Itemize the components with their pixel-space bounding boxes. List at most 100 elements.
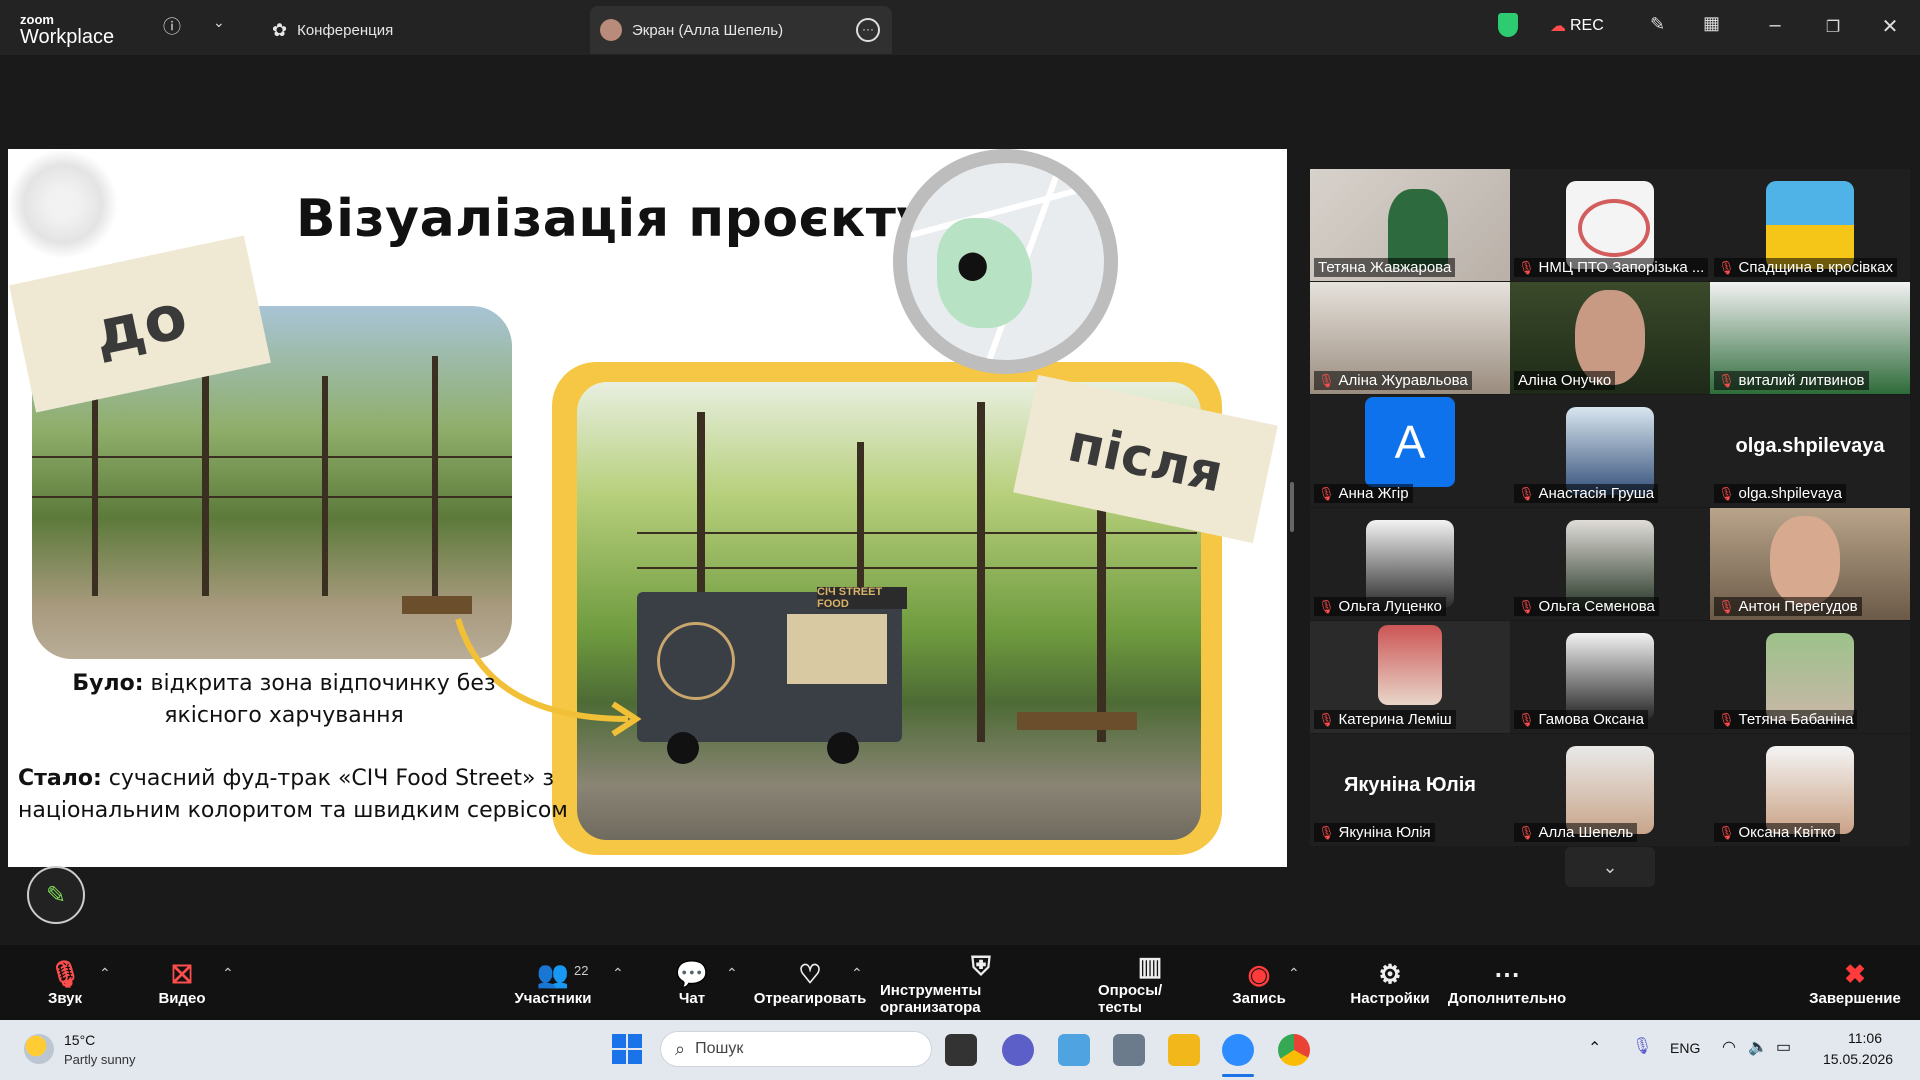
input-language[interactable]: ENG — [1670, 1040, 1700, 1056]
participant-name: 🎙 Тетяна Бабаніна — [1714, 710, 1858, 729]
settings-label: Настройки — [1350, 990, 1430, 1007]
calculator-icon[interactable] — [1113, 1034, 1145, 1066]
participant-tile[interactable]: 🎙 Алла Шепель — [1510, 734, 1710, 846]
participant-tile[interactable]: olga.shpilevaya 🎙 olga.shpilevaya — [1710, 395, 1910, 507]
weather-description[interactable]: Partly sunny — [64, 1052, 136, 1067]
participant-name: 🎙 Анастасія Груша — [1514, 484, 1659, 503]
caption-now: Стало: сучасний фуд-трак «СІЧ Food Stree… — [18, 763, 578, 827]
participant-tile[interactable]: 🎙 Анастасія Груша — [1510, 395, 1710, 507]
participant-tile[interactable]: 🎙 Катерина Леміш — [1310, 621, 1510, 733]
muted-mic-icon: 🎙 — [48, 959, 82, 989]
record-button[interactable]: ◉ Запись — [1232, 945, 1286, 1020]
close-button[interactable]: ✕ — [1875, 14, 1905, 39]
muted-mic-icon: 🎙 — [1518, 485, 1535, 501]
split-resize-handle[interactable] — [1290, 482, 1294, 532]
participant-tile-active-speaker[interactable]: Аліна Онучко — [1510, 282, 1710, 394]
polls-label: Опросы/тесты — [1098, 981, 1163, 1016]
pencil-icon: ✎ — [45, 881, 67, 909]
participant-name: 🎙 Алла Шепель — [1514, 823, 1638, 842]
participant-tile[interactable]: 🎙 НМЦ ПТО Запорізька ... — [1510, 169, 1710, 281]
participant-name: 🎙 Оксана Квітко — [1714, 823, 1840, 842]
wifi-icon[interactable]: ◠ — [1722, 1037, 1736, 1057]
show-hidden-icons-chevron-icon[interactable]: ⌃ — [1588, 1038, 1601, 1058]
react-button[interactable]: ♡ Отреагировать — [752, 945, 868, 1020]
chrome-icon[interactable] — [1278, 1034, 1310, 1066]
participant-tile[interactable]: 🎙 Ольга Семенова — [1510, 508, 1710, 620]
react-caret-icon[interactable]: ⌃ — [851, 965, 863, 982]
taskbar-search[interactable]: ⌕ Пошук — [660, 1031, 932, 1067]
audio-button[interactable]: 🎙 Звук — [40, 945, 90, 1020]
location-pin-icon: ⬤ — [957, 249, 989, 280]
restore-button[interactable]: ❐ — [1818, 17, 1848, 37]
discord-icon[interactable] — [1002, 1034, 1034, 1066]
more-options-icon[interactable]: ··· — [856, 18, 880, 42]
more-button[interactable]: ⋯ Дополнительно — [1448, 945, 1566, 1020]
annotate-pen-icon[interactable]: ✎ — [1650, 14, 1665, 35]
participants-button[interactable]: 👥 Участники — [508, 945, 598, 1020]
participant-tile[interactable]: 🎙 виталий литвинов — [1710, 282, 1910, 394]
participant-tile[interactable]: 🎙 Антон Перегудов — [1710, 508, 1910, 620]
video-options-caret-icon[interactable]: ⌃ — [222, 965, 234, 982]
chat-caret-icon[interactable]: ⌃ — [726, 965, 738, 982]
audio-options-caret-icon[interactable]: ⌃ — [99, 965, 111, 982]
caption-was-text: відкрита зона відпочинку без якісного ха… — [143, 671, 496, 728]
annotation-pen-button[interactable]: ✎ — [27, 866, 85, 924]
participant-tile[interactable]: A 🎙 Анна Жгір — [1310, 395, 1510, 507]
chevron-down-icon[interactable]: ⌄ — [213, 14, 225, 31]
view-layout-icon[interactable]: ▦ — [1703, 13, 1720, 34]
participant-name: 🎙 виталий литвинов — [1714, 371, 1869, 390]
participant-tile[interactable]: 🎙 Оксана Квітко — [1710, 734, 1910, 846]
participant-tile[interactable]: 🎙 Гамова Оксана — [1510, 621, 1710, 733]
video-off-icon: ⛝ — [172, 959, 192, 989]
info-icon[interactable]: ⓘ — [163, 13, 181, 39]
participant-name: Аліна Онучко — [1514, 371, 1616, 390]
participant-tile[interactable]: 🎙 Ольга Луценко — [1310, 508, 1510, 620]
clock-time[interactable]: 11:06 — [1848, 1030, 1882, 1046]
volume-icon[interactable]: 🔈 — [1748, 1037, 1768, 1057]
host-tools-button[interactable]: ⛨ Инструменты организатора — [880, 945, 1082, 1020]
task-view-icon[interactable] — [945, 1034, 977, 1066]
tab-conference[interactable]: ✿ Конференция — [272, 6, 393, 54]
truck-window — [787, 614, 887, 684]
participant-tile[interactable]: Тетяна Жавжарова — [1310, 169, 1510, 281]
participant-name: 🎙 Спадщина в кросівках — [1714, 258, 1897, 277]
partly-sunny-icon[interactable] — [24, 1034, 54, 1064]
photos-icon[interactable] — [1058, 1034, 1090, 1066]
video-button[interactable]: ⛝ Видео — [150, 945, 214, 1020]
chat-label: Чат — [678, 990, 706, 1007]
end-meeting-icon: ✖ — [1844, 959, 1866, 989]
participant-tile[interactable]: Якуніна Юлія 🎙 Якуніна Юлія — [1310, 734, 1510, 846]
participant-display-name: Якуніна Юлія — [1344, 774, 1476, 796]
zoom-app-icon[interactable] — [1222, 1034, 1254, 1066]
weather-temperature[interactable]: 15°C — [64, 1032, 95, 1048]
cloud-recording-indicator[interactable]: ☁ REC — [1550, 16, 1604, 36]
security-shield-icon[interactable] — [1498, 13, 1518, 37]
settings-button[interactable]: ⚙ Настройки — [1350, 945, 1430, 1020]
minimize-button[interactable]: – — [1760, 14, 1790, 37]
avatar-letter: A — [1365, 397, 1455, 487]
participant-name: 🎙 Гамова Оксана — [1514, 710, 1648, 729]
participant-name: 🎙 Катерина Леміш — [1314, 710, 1456, 729]
participants-count: 22 — [574, 963, 589, 978]
participants-caret-icon[interactable]: ⌃ — [612, 965, 624, 982]
polls-button[interactable]: ▥ Опросы/тесты — [1098, 945, 1202, 1020]
windows-start-icon[interactable] — [612, 1034, 642, 1064]
end-meeting-button[interactable]: ✖ Завершение — [1809, 945, 1901, 1020]
heart-icon: ♡ — [798, 959, 822, 989]
microphone-in-use-icon[interactable]: 🎙 — [1632, 1036, 1652, 1056]
battery-icon[interactable]: ▭ — [1776, 1037, 1791, 1057]
gallery-next-page-button[interactable]: ⌄ — [1565, 847, 1655, 887]
chat-button[interactable]: 💬 Чат — [670, 945, 714, 1020]
clock-date[interactable]: 15.05.2026 — [1823, 1051, 1893, 1067]
truck-logo — [657, 622, 735, 700]
file-explorer-icon[interactable] — [1168, 1034, 1200, 1066]
record-caret-icon[interactable]: ⌃ — [1288, 965, 1300, 982]
participant-tile[interactable]: 🎙 Тетяна Бабаніна — [1710, 621, 1910, 733]
participant-tile[interactable]: 🎙 Спадщина в кросівках — [1710, 169, 1910, 281]
muted-mic-icon: 🎙 — [1318, 598, 1335, 614]
participant-name: 🎙 Ольга Семенова — [1514, 597, 1659, 616]
paw-icon: ✿ — [272, 19, 288, 40]
tab-screen-share[interactable]: Экран (Алла Шепель) ··· — [590, 6, 892, 54]
participant-tile[interactable]: 🎙 Аліна Журавльова — [1310, 282, 1510, 394]
chevron-down-icon: ⌄ — [1602, 856, 1618, 877]
